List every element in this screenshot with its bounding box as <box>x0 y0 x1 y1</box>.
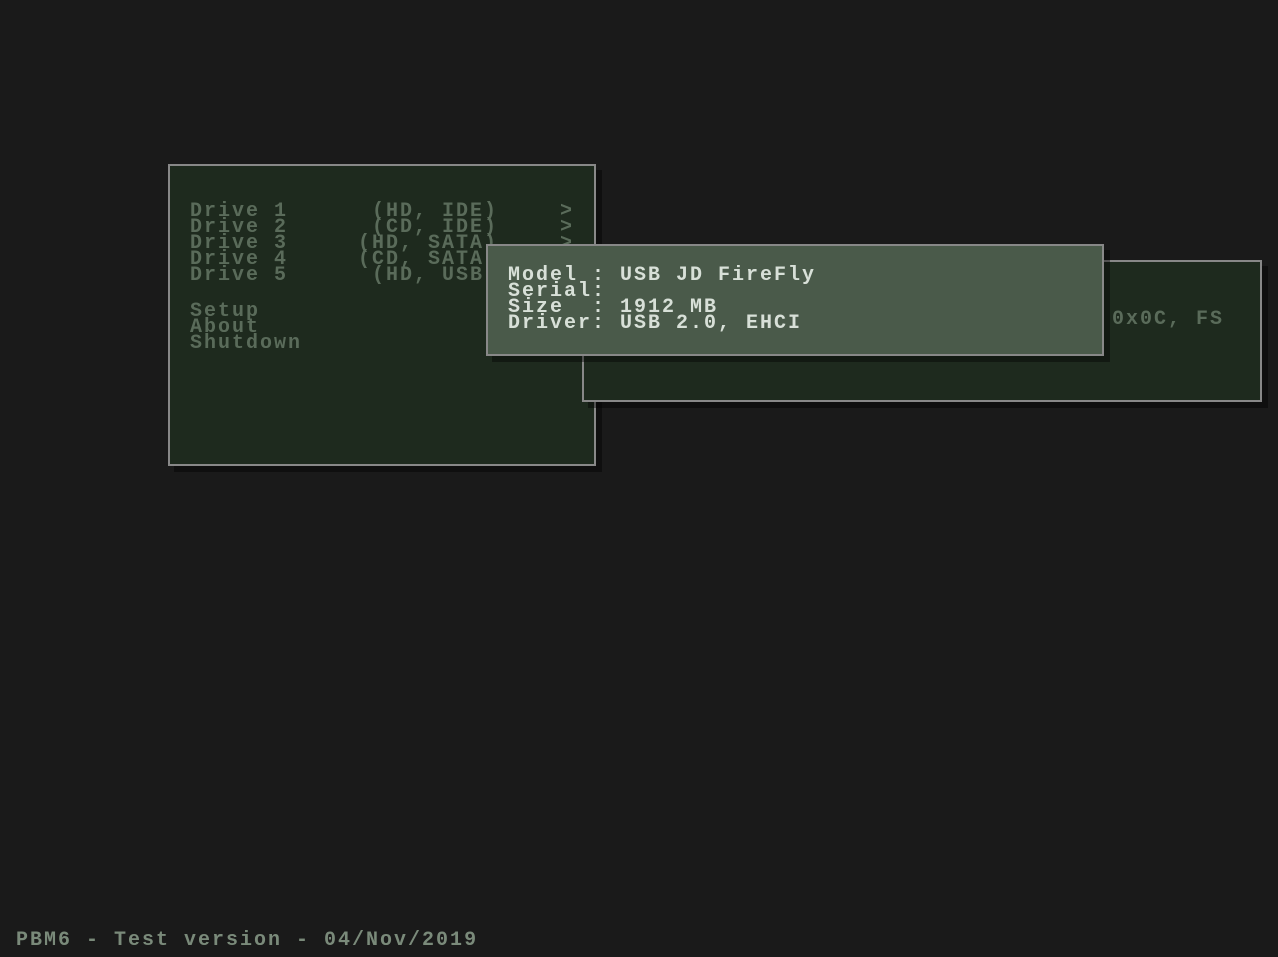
driver-label: Driver: <box>508 316 620 332</box>
drive-detail-popup: Model : USB JD FireFly Serial: Size : 19… <box>486 244 1104 356</box>
driver-value: USB 2.0, EHCI <box>620 316 802 332</box>
driver-row: Driver: USB 2.0, EHCI <box>508 316 1082 332</box>
model-value: USB JD FireFly <box>620 268 816 284</box>
version-footer: PBM6 - Test version - 04/Nov/2019 <box>16 929 478 952</box>
